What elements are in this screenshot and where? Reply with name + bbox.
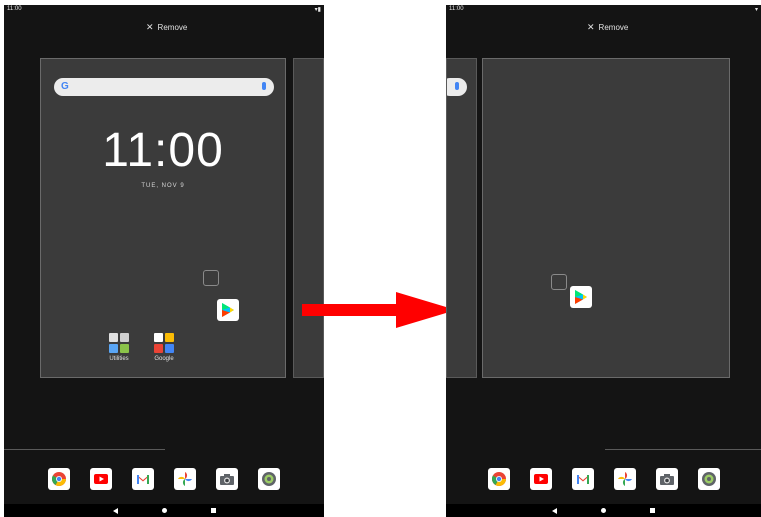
clock-widget[interactable]: 11:00	[41, 123, 285, 178]
remove-button[interactable]: ✕ Remove	[146, 22, 187, 33]
status-icons: ▾▮	[314, 7, 321, 13]
home-button[interactable]	[161, 508, 167, 513]
folder-label: Utilities	[109, 356, 129, 362]
drop-target-placeholder	[203, 270, 219, 286]
drop-target-placeholder	[551, 274, 567, 290]
folder-icon	[109, 333, 129, 353]
date-widget[interactable]: TUE, NOV 9	[41, 183, 285, 189]
divider	[605, 449, 761, 450]
close-icon: ✕	[146, 22, 154, 32]
navigation-bar	[4, 504, 324, 517]
status-icons: ▾	[754, 7, 758, 13]
transition-arrow-icon	[302, 292, 456, 328]
youtube-icon[interactable]	[90, 468, 112, 490]
back-button[interactable]	[112, 507, 118, 514]
screen-after: 11:00 ▾ ✕ Remove	[446, 5, 761, 517]
settings-icon[interactable]	[697, 468, 720, 490]
recents-button[interactable]	[650, 508, 655, 513]
play-store-icon[interactable]	[570, 286, 592, 308]
back-button[interactable]	[552, 507, 557, 514]
recents-button[interactable]	[210, 508, 216, 513]
folder-icon	[154, 333, 174, 353]
gmail-icon[interactable]	[571, 468, 594, 490]
remove-button[interactable]: ✕ Remove	[587, 22, 628, 33]
mic-icon[interactable]	[262, 82, 266, 90]
settings-icon[interactable]	[258, 468, 280, 490]
home-page-card[interactable]: G 11:00 TUE, NOV 9 Utilities Google	[40, 58, 286, 378]
dock	[4, 468, 324, 490]
previous-page-card[interactable]	[446, 58, 477, 378]
mic-icon	[455, 82, 459, 90]
gmail-icon[interactable]	[132, 468, 154, 490]
remove-label: Remove	[598, 23, 629, 32]
search-bar[interactable]: G	[54, 78, 274, 96]
folder-label: Google	[154, 356, 174, 362]
remove-label: Remove	[157, 23, 188, 32]
divider	[4, 449, 165, 450]
folder-google[interactable]: Google	[144, 333, 184, 362]
search-bar	[447, 78, 467, 96]
play-triangle-icon	[222, 303, 234, 317]
dock	[446, 468, 761, 490]
photos-icon[interactable]	[174, 468, 196, 490]
play-store-icon[interactable]	[217, 299, 239, 321]
status-time: 11:00	[449, 6, 464, 12]
folder-utilities[interactable]: Utilities	[99, 333, 139, 362]
new-page-card[interactable]	[482, 58, 730, 378]
play-triangle-icon	[575, 290, 587, 304]
screen-before: 11:00 ▾▮ ✕ Remove G 11:00 TUE, NOV 9 Uti…	[4, 5, 324, 517]
photos-icon[interactable]	[613, 468, 636, 490]
close-icon: ✕	[587, 22, 595, 32]
chrome-icon[interactable]	[48, 468, 70, 490]
navigation-bar	[446, 504, 761, 517]
google-icon: G	[61, 81, 69, 92]
status-time: 11:00	[7, 6, 22, 12]
camera-icon[interactable]	[216, 468, 238, 490]
youtube-icon[interactable]	[529, 468, 552, 490]
home-button[interactable]	[601, 508, 606, 513]
camera-icon[interactable]	[655, 468, 678, 490]
next-page-card[interactable]	[293, 58, 324, 378]
chrome-icon[interactable]	[487, 468, 510, 490]
